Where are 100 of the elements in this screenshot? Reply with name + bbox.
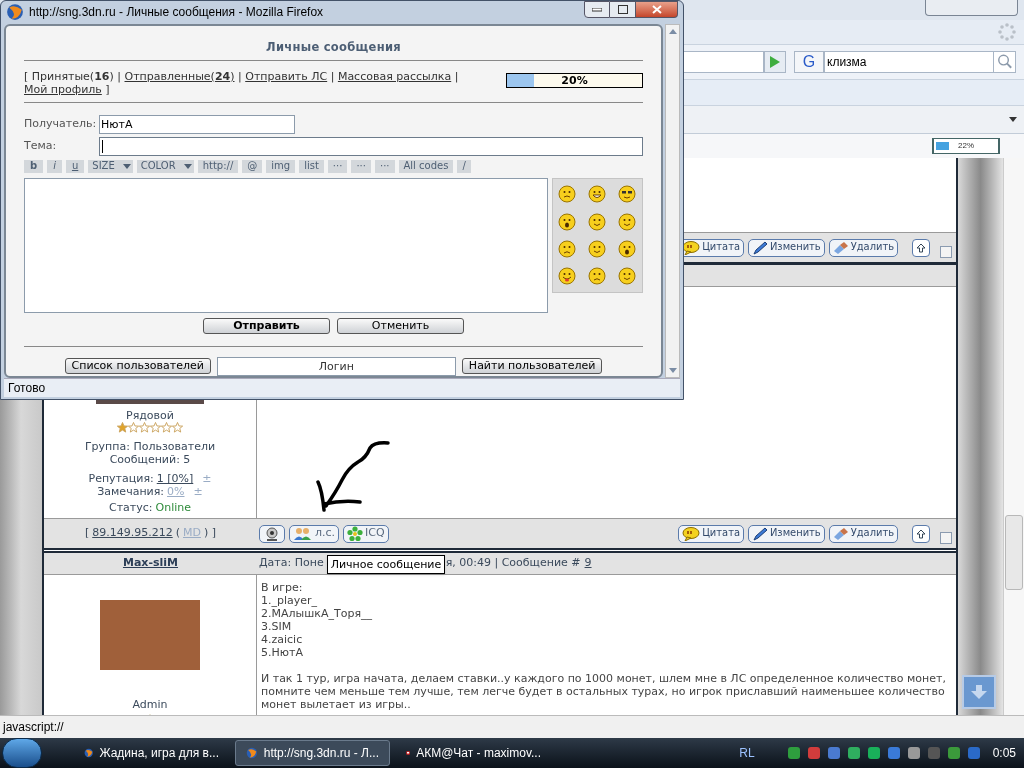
find-users-button[interactable]: Найти пользователей [461, 358, 603, 375]
start-button[interactable] [2, 738, 42, 768]
message-line: В игре: [261, 581, 304, 594]
caret-icon [1009, 117, 1017, 122]
pencil-icon [751, 526, 768, 541]
tray-icon[interactable] [806, 746, 821, 760]
post-action-button[interactable]: Изменить [747, 524, 825, 543]
flower-icon [347, 525, 364, 542]
author-link[interactable]: Max-sliM [122, 556, 179, 570]
tray-icon[interactable] [906, 746, 921, 760]
speech-bubble-icon [682, 240, 701, 255]
window-controls[interactable] [925, 0, 1018, 16]
ip-bracket-text: [ [84, 525, 90, 542]
message-line: 4.zaicic [261, 633, 304, 646]
reputation-link[interactable]: 1 [0%] [156, 472, 194, 485]
format-button[interactable]: list [299, 159, 324, 173]
scroll-up-icon[interactable] [912, 524, 930, 543]
format-button[interactable]: b [24, 159, 44, 173]
post-action-button[interactable]: Цитата [678, 524, 744, 543]
format-button[interactable]: SIZE [88, 159, 133, 173]
contact-button[interactable] [259, 524, 285, 543]
format-button[interactable]: All codes [398, 159, 454, 173]
format-button[interactable]: ··· [374, 159, 395, 173]
taskbar-button[interactable]: АКМ@Чат - maximov... [396, 740, 551, 766]
pencil-icon [751, 240, 768, 255]
caret-icon [183, 163, 192, 169]
format-button[interactable]: @ [242, 159, 263, 173]
search-engine-button[interactable]: G [794, 51, 824, 73]
message-line: 5.НютА [261, 646, 304, 659]
date-text: я, 00:49 | Сообщение # [445, 555, 581, 572]
search-field[interactable]: клизма [824, 51, 1016, 73]
nav-link[interactable]: Отправить ЛС [245, 69, 328, 83]
nav-link[interactable]: Отправленные(24) [124, 69, 235, 83]
tray-icon[interactable] [966, 746, 981, 760]
user-list-button[interactable]: Список пользователей [64, 358, 211, 375]
window-title: http://sng.3dn.ru - Личные сообщения - Mozilla Firefox [29, 4, 324, 22]
separator-text: | [330, 69, 335, 83]
scrollbar[interactable] [665, 23, 680, 378]
message-paragraph: И так 1 тур, игра начата, делаем ставки..у каждого по 1000 монет, шлем мне в ЛС определенное количество монет, помните чем меньше тем лучше, тем легче будет в остальных турах, но игрок приславший наименьшее количество монет вылетает из игры.. [261, 672, 947, 711]
recipient-field[interactable]: НютА [99, 114, 295, 134]
status-bar-text: javascript:// [3, 719, 64, 736]
format-button[interactable]: / [457, 159, 471, 173]
scroll-up-icon[interactable] [912, 238, 930, 257]
messages-count: Сообщений: 5 [109, 453, 191, 466]
date-text: Дата: Поне [259, 555, 324, 572]
nav-link[interactable]: Мой профиль [24, 82, 102, 96]
clock: 0:05 [992, 745, 1016, 762]
message-line: 1._player_ [261, 594, 319, 607]
smiling-face-icon [618, 212, 637, 231]
ip-bracket-text: ( [175, 525, 180, 542]
close-button[interactable] [636, 1, 678, 18]
sad-face-icon [588, 267, 607, 286]
scrollbar[interactable] [1003, 158, 1024, 715]
post-action-button[interactable]: Удалить [828, 238, 898, 257]
format-button[interactable]: http:// [197, 159, 239, 173]
angry-face-icon [558, 185, 577, 204]
caret-icon [122, 163, 131, 169]
contact-button[interactable]: ICQ [343, 524, 389, 543]
rank-text: Рядовой [126, 409, 174, 422]
post-action-button[interactable]: Удалить [828, 524, 898, 543]
login-field[interactable]: Логин [216, 356, 456, 376]
smiling-face-icon [618, 267, 637, 286]
tray-icon[interactable] [886, 746, 901, 760]
sad-face-icon [558, 239, 577, 258]
maximize-icon [617, 5, 628, 14]
maximize-button[interactable] [610, 1, 636, 18]
format-button[interactable]: img [266, 159, 296, 173]
webcam-icon [263, 526, 281, 541]
format-button[interactable]: ··· [327, 159, 348, 173]
recipient-label: Получатель: [24, 116, 98, 133]
send-button[interactable]: Отправить [203, 317, 330, 334]
cancel-button[interactable]: Отменить [337, 317, 464, 334]
quota-reading: 20% [560, 73, 589, 87]
taskbar-button[interactable]: Жадина, игра для в... [74, 740, 229, 766]
go-button[interactable] [764, 51, 786, 73]
people-icon [293, 526, 313, 541]
taskbar-button[interactable]: http://sng.3dn.ru - Л... [235, 740, 390, 766]
shocked-face-icon [558, 212, 577, 231]
message-number-link[interactable]: 9 [584, 555, 592, 572]
tray-icon[interactable] [866, 746, 881, 760]
filled-star-icon [117, 422, 128, 433]
separator-text: | [238, 69, 242, 83]
tray-icon[interactable] [946, 746, 961, 760]
subject-field[interactable] [99, 136, 643, 156]
language-indicator[interactable]: RL [739, 744, 755, 762]
tray-icon[interactable] [786, 746, 801, 760]
minimize-button[interactable] [584, 1, 610, 18]
post-action-button[interactable]: Изменить [747, 238, 825, 257]
tray-icon[interactable] [846, 746, 861, 760]
format-button[interactable]: ··· [351, 159, 371, 173]
format-button[interactable]: i [47, 159, 62, 173]
format-button[interactable]: u [65, 159, 85, 173]
format-button[interactable]: COLOR [136, 159, 194, 173]
nav-link[interactable]: Массовая рассылка [337, 69, 452, 83]
contact-button[interactable]: л.с. [289, 524, 340, 543]
checkbox[interactable] [940, 245, 952, 258]
tray-icon[interactable] [826, 746, 841, 760]
nav-link[interactable]: Принятые(16) [31, 69, 114, 83]
checkbox[interactable] [940, 531, 952, 544]
ip-address-link[interactable]: 89.149.95.212 [92, 525, 173, 542]
